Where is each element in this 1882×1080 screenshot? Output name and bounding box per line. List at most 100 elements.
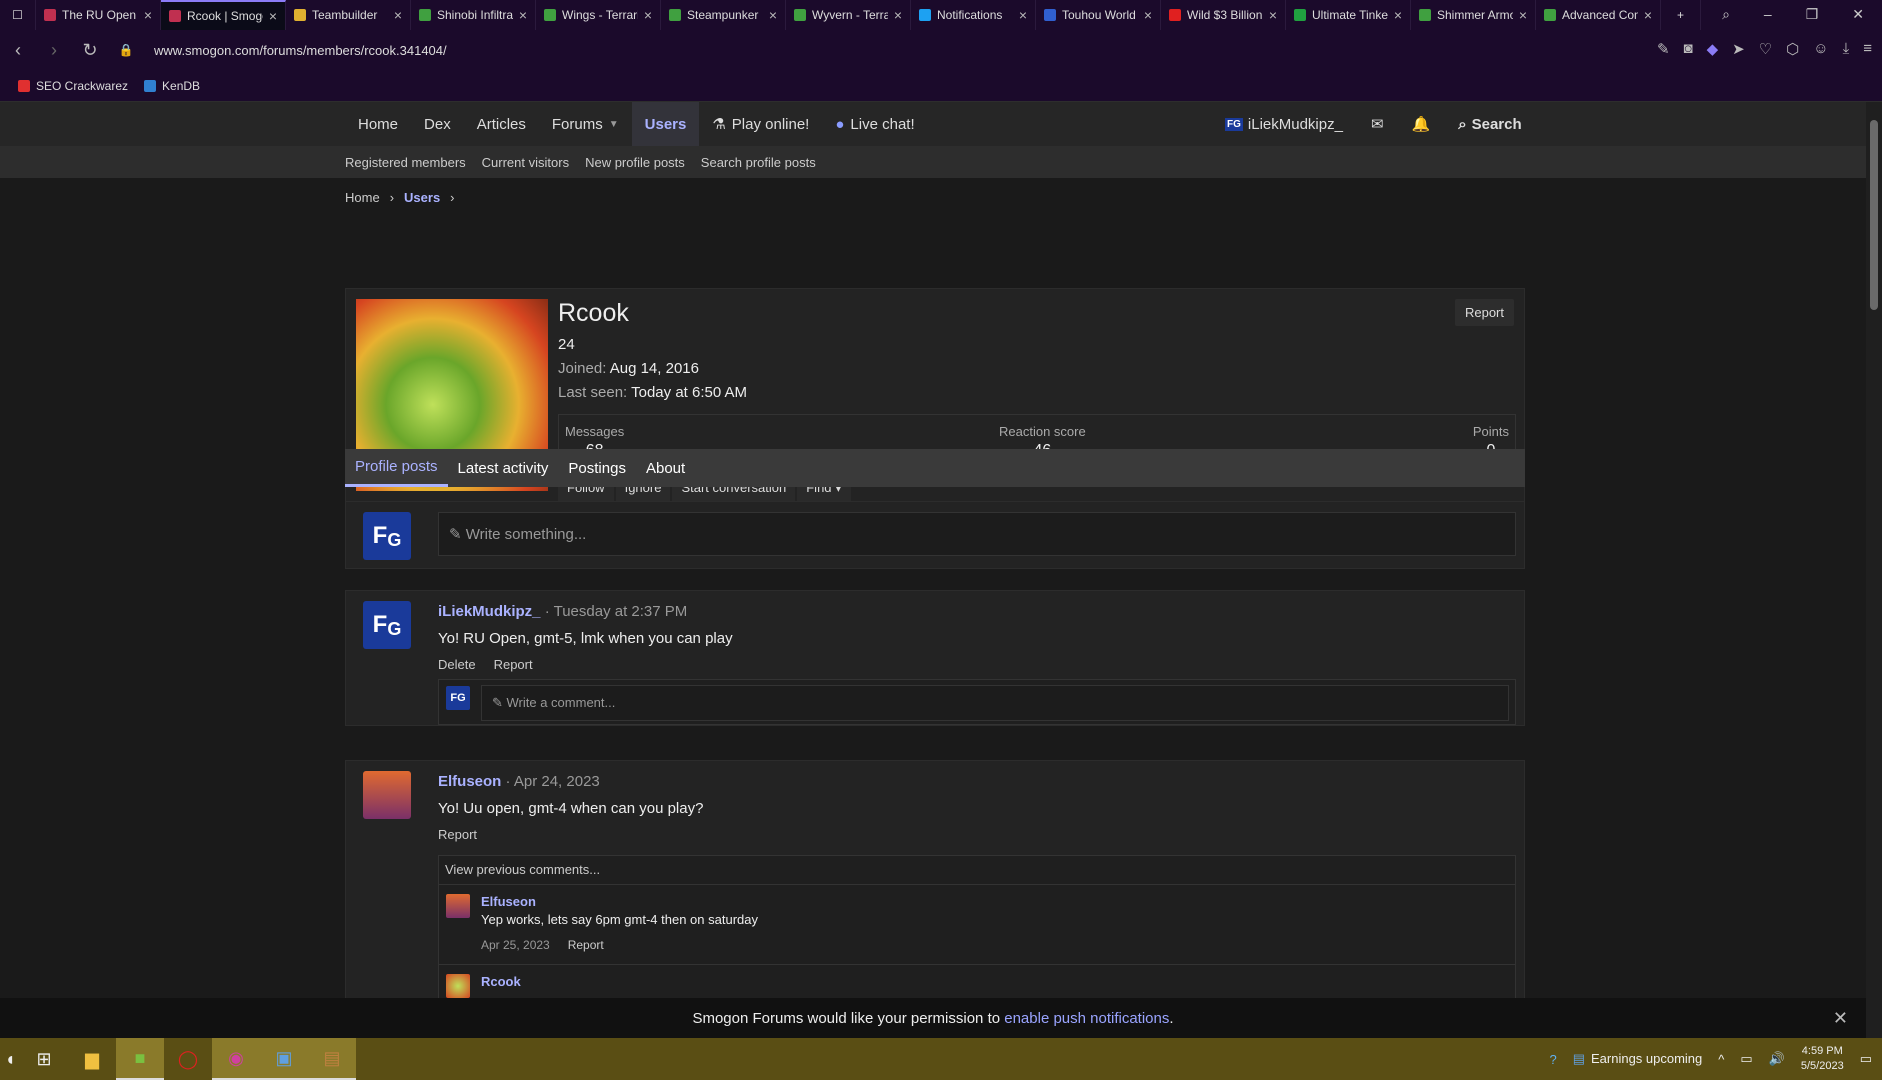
back-icon[interactable]: ‹ bbox=[0, 40, 36, 61]
enable-notifications-link[interactable]: enable push notifications bbox=[1004, 1010, 1169, 1027]
browser-tab[interactable]: Touhou World × bbox=[1036, 0, 1161, 30]
browser-tab[interactable]: Notifications × bbox=[911, 0, 1036, 30]
page-scrollbar[interactable] bbox=[1866, 102, 1882, 1038]
write-something-input[interactable]: ✎ Write something... bbox=[438, 512, 1516, 556]
report-button[interactable]: Report bbox=[1454, 299, 1514, 326]
tab-about[interactable]: About bbox=[636, 449, 695, 487]
notifications-center-icon[interactable]: ▭ bbox=[1860, 1051, 1872, 1067]
report-link[interactable]: Report bbox=[438, 827, 477, 842]
breadcrumb-home[interactable]: Home bbox=[345, 190, 380, 205]
comment-avatar[interactable]: FG bbox=[446, 686, 470, 710]
clock[interactable]: 4:59 PM 5/5/2023 bbox=[1801, 1044, 1844, 1074]
comment-avatar[interactable] bbox=[446, 894, 470, 918]
nav-users[interactable]: Users bbox=[631, 102, 700, 146]
breadcrumb-users[interactable]: Users bbox=[404, 190, 440, 205]
browser-tab[interactable]: Wild $3 Billion × bbox=[1161, 0, 1286, 30]
network-icon[interactable]: ▭ bbox=[1740, 1051, 1752, 1067]
report-link[interactable]: Report bbox=[568, 938, 604, 952]
post-username[interactable]: iLiekMudkipz_ bbox=[438, 603, 541, 620]
opera-icon[interactable]: ◯ bbox=[164, 1038, 212, 1080]
subnav-registered-members[interactable]: Registered members bbox=[345, 155, 466, 170]
tab-close-icon[interactable]: × bbox=[1644, 7, 1652, 23]
volume-icon[interactable]: 🔊 bbox=[1769, 1051, 1785, 1067]
write-comment-input[interactable]: ✎ Write a comment... bbox=[481, 685, 1509, 721]
file-explorer-icon[interactable]: ▆ bbox=[68, 1038, 116, 1080]
browser-tab[interactable]: Shimmer Armor × bbox=[1411, 0, 1536, 30]
shield-icon[interactable]: ◆ bbox=[1707, 40, 1719, 58]
tab-close-icon[interactable]: × bbox=[1269, 7, 1277, 23]
package-icon[interactable]: ▤ bbox=[308, 1038, 356, 1080]
comment-username[interactable]: Rcook bbox=[481, 974, 521, 989]
edit-icon[interactable]: ✎ bbox=[1657, 40, 1670, 58]
browser-tab[interactable]: The RU Open × bbox=[36, 0, 161, 30]
comment-date[interactable]: Apr 25, 2023 bbox=[481, 938, 550, 952]
download-icon[interactable]: ⤓ bbox=[1843, 40, 1850, 58]
new-tab-icon[interactable]: + bbox=[1661, 0, 1701, 30]
comment-username[interactable]: Elfuseon bbox=[481, 894, 536, 909]
bell-icon[interactable]: 🔔 bbox=[1412, 115, 1431, 133]
tray-chevron-icon[interactable]: ^ bbox=[1718, 1052, 1724, 1067]
post-time[interactable]: · Apr 24, 2023 bbox=[506, 773, 600, 790]
tab-close-icon[interactable]: × bbox=[894, 7, 902, 23]
close-window-icon[interactable]: ✕ bbox=[1852, 6, 1864, 23]
minimize-icon[interactable]: – bbox=[1764, 6, 1772, 23]
bookmark-seo[interactable]: SEO Crackwarez bbox=[18, 79, 128, 93]
nav-forums[interactable]: Forums ▼ bbox=[539, 102, 632, 146]
nav-home[interactable]: Home bbox=[345, 102, 411, 146]
browser-tab[interactable]: Wyvern - Terraria × bbox=[786, 0, 911, 30]
news-widget[interactable]: ▤ Earnings upcoming bbox=[1573, 1051, 1703, 1067]
search-button[interactable]: ⌕ Search bbox=[1458, 116, 1521, 133]
lock-icon[interactable]: 🔒 bbox=[108, 43, 144, 57]
comment-avatar[interactable] bbox=[446, 974, 470, 998]
tab-close-icon[interactable]: × bbox=[1019, 7, 1027, 23]
browser-tab[interactable]: Ultimate Tinkerer × bbox=[1286, 0, 1411, 30]
subnav-search-profile-posts[interactable]: Search profile posts bbox=[701, 155, 816, 170]
account-icon[interactable]: ☺ bbox=[1813, 40, 1828, 58]
menu-icon[interactable]: ≡ bbox=[1863, 40, 1872, 58]
post-avatar[interactable]: FG bbox=[363, 601, 411, 649]
nav-live-chat[interactable]: ● Live chat! bbox=[822, 102, 927, 146]
forward-icon[interactable]: › bbox=[36, 40, 72, 61]
browser-tab[interactable]: Steampunker × bbox=[661, 0, 786, 30]
close-icon[interactable]: ✕ bbox=[1833, 1008, 1848, 1029]
delete-link[interactable]: Delete bbox=[438, 657, 476, 672]
nav-play-online[interactable]: ⚗ Play online! bbox=[699, 102, 822, 146]
report-link[interactable]: Report bbox=[494, 657, 533, 672]
inbox-icon[interactable]: ✉ bbox=[1371, 115, 1384, 133]
post-time[interactable]: · Tuesday at 2:37 PM bbox=[545, 603, 688, 620]
tab-close-icon[interactable]: × bbox=[1394, 7, 1402, 23]
tab-close-icon[interactable]: × bbox=[519, 7, 527, 23]
workspaces-icon[interactable]: ☐ bbox=[0, 0, 36, 30]
post-avatar[interactable] bbox=[363, 771, 411, 819]
task-view-icon[interactable]: ⊞ bbox=[20, 1038, 68, 1080]
nav-articles[interactable]: Articles bbox=[464, 102, 539, 146]
tab-latest-activity[interactable]: Latest activity bbox=[448, 449, 559, 487]
heart-icon[interactable]: ♡ bbox=[1759, 40, 1772, 58]
tab-close-icon[interactable]: × bbox=[394, 7, 402, 23]
bookmark-kendb[interactable]: KenDB bbox=[144, 79, 200, 93]
subnav-new-profile-posts[interactable]: New profile posts bbox=[585, 155, 685, 170]
post-username[interactable]: Elfuseon bbox=[438, 773, 501, 790]
browser-tab[interactable]: Advanced Combat × bbox=[1536, 0, 1661, 30]
scrollbar-thumb[interactable] bbox=[1870, 120, 1878, 310]
reload-icon[interactable]: ↻ bbox=[72, 40, 108, 61]
browser-tab[interactable]: Wings - Terraria × bbox=[536, 0, 661, 30]
start-icon[interactable]: ◖ bbox=[0, 1038, 20, 1080]
tab-close-icon[interactable]: × bbox=[644, 7, 652, 23]
tab-close-icon[interactable]: × bbox=[269, 8, 277, 24]
subnav-current-visitors[interactable]: Current visitors bbox=[482, 155, 569, 170]
browser-tab[interactable]: Rcook | Smogon × bbox=[161, 0, 286, 30]
user-avatar[interactable]: FG bbox=[363, 512, 411, 560]
help-icon[interactable]: ? bbox=[1549, 1052, 1556, 1067]
search-tabs-icon[interactable]: ⌕ bbox=[1722, 6, 1730, 23]
tab-postings[interactable]: Postings bbox=[558, 449, 636, 487]
minecraft-icon[interactable]: ■ bbox=[116, 1038, 164, 1080]
maximize-icon[interactable]: ❐ bbox=[1806, 6, 1819, 23]
opera-gx-icon[interactable]: ◉ bbox=[212, 1038, 260, 1080]
tab-profile-posts[interactable]: Profile posts bbox=[345, 449, 448, 487]
tab-close-icon[interactable]: × bbox=[769, 7, 777, 23]
send-icon[interactable]: ➤ bbox=[1732, 40, 1745, 58]
app-icon[interactable]: ▣ bbox=[260, 1038, 308, 1080]
browser-tab[interactable]: Shinobi Infiltrator × bbox=[411, 0, 536, 30]
account-menu[interactable]: FG iLiekMudkipz_ bbox=[1225, 116, 1343, 133]
